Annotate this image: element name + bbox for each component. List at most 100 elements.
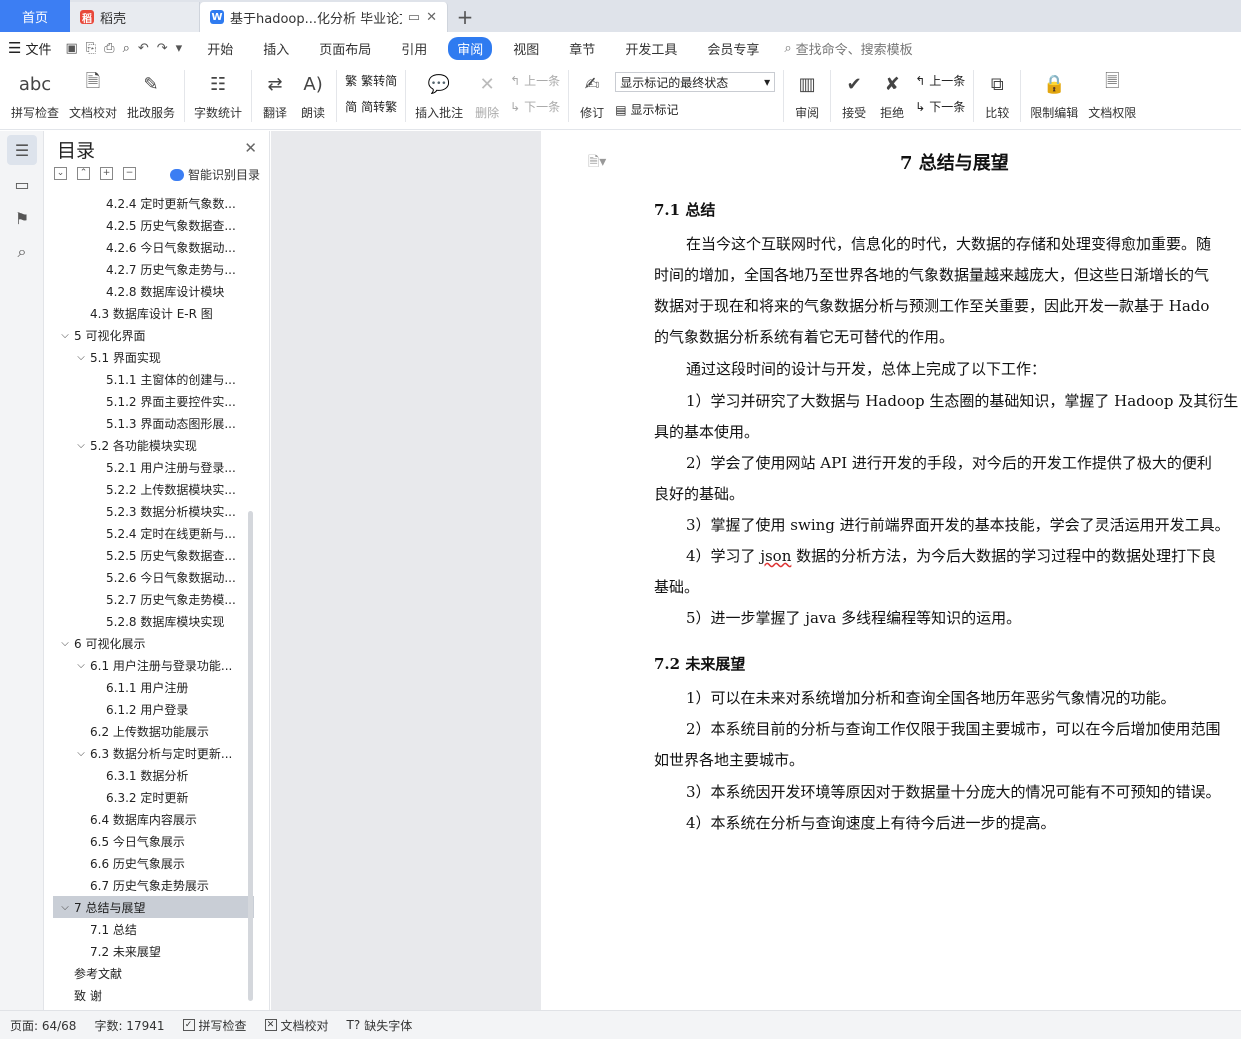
restrict-edit-button[interactable]: 🔒 限制编辑 xyxy=(1025,64,1083,121)
toc-item[interactable]: 4.3 数据库设计 E-R 图 xyxy=(44,302,254,324)
toc-item[interactable]: 7.1 总结 xyxy=(44,918,254,940)
toc-scrollbar[interactable] xyxy=(248,511,253,1001)
new-tab-button[interactable]: + xyxy=(448,2,482,32)
review-pane-button[interactable]: ▥ 审阅 xyxy=(788,64,826,121)
reject-button[interactable]: ✘ 拒绝 xyxy=(873,64,911,121)
toc-item[interactable]: 6.7 历史气象走势展示 xyxy=(44,874,254,896)
prev-comment-button[interactable]: ↰ 上一条 xyxy=(510,72,560,89)
remove-level-icon[interactable]: − xyxy=(123,167,136,180)
toc-icon[interactable]: ☰ xyxy=(7,135,37,165)
expand-all-icon[interactable]: ⌃ xyxy=(77,167,90,180)
toc-item[interactable]: 5.2.7 历史气象走势模... xyxy=(44,588,254,610)
customize-icon[interactable]: ▾ xyxy=(176,41,183,56)
chevron-down-icon[interactable]: ⌵ xyxy=(74,352,88,363)
toc-item[interactable]: 6.1.2 用户登录 xyxy=(44,698,254,720)
next-change-button[interactable]: ↳ 下一条 xyxy=(915,98,965,115)
read-aloud-button[interactable]: A) 朗读 xyxy=(294,64,332,121)
toc-item[interactable]: 5.2.1 用户注册与登录... xyxy=(44,456,254,478)
toc-item[interactable]: 5.2.2 上传数据模块实... xyxy=(44,478,254,500)
section-icon[interactable]: ▭ xyxy=(7,169,37,199)
undo-icon[interactable]: ↶ xyxy=(138,41,149,56)
preview-icon[interactable]: ⌕ xyxy=(123,41,130,56)
next-comment-button[interactable]: ↳ 下一条 xyxy=(510,98,560,115)
toc-item[interactable]: 6.6 历史气象展示 xyxy=(44,852,254,874)
translate-button[interactable]: ⇄ 翻译 xyxy=(256,64,294,121)
close-tab-icon[interactable]: ✕ xyxy=(426,10,437,25)
command-search[interactable]: ⌕ 查找命令、搜索模板 xyxy=(784,39,912,58)
toc-item[interactable]: 5.1.2 界面主要控件实... xyxy=(44,390,254,412)
toc-item[interactable]: ⌵ 7 总结与展望 xyxy=(53,896,254,918)
bookmark-icon[interactable]: ⚑ xyxy=(7,203,37,233)
menu-page-layout[interactable]: 页面布局 xyxy=(310,37,380,60)
chevron-down-icon[interactable]: ⌵ xyxy=(58,638,72,649)
chevron-down-icon[interactable]: ⌵ xyxy=(74,748,88,759)
toc-item[interactable]: 5.2.3 数据分析模块实... xyxy=(44,500,254,522)
insert-comment-button[interactable]: 💬 插入批注 xyxy=(410,64,468,121)
delete-comment-button[interactable]: ✕ 删除 xyxy=(468,64,506,121)
doc-check-button[interactable]: 🗎 文档校对 xyxy=(64,64,122,121)
toc-item[interactable]: 6.5 今日气象展示 xyxy=(44,830,254,852)
show-markup-button[interactable]: ▤ 显示标记 xyxy=(615,101,775,118)
toc-item[interactable]: 4.2.7 历史气象走势与... xyxy=(44,258,254,280)
file-menu[interactable]: ☰ 文件 xyxy=(8,39,51,58)
toc-item[interactable]: 7.2 未来展望 xyxy=(44,940,254,962)
smart-toc-button[interactable]: 智能识别目录 xyxy=(170,166,260,183)
toc-item[interactable]: 致 谢 xyxy=(44,984,254,1006)
chevron-down-icon[interactable]: ⌵ xyxy=(58,330,72,341)
word-count-button[interactable]: ☷ 字数统计 xyxy=(189,64,247,121)
revise-button[interactable]: ✍ 修订 xyxy=(573,64,611,121)
status-spell-check[interactable]: ✓ 拼写检查 xyxy=(182,1017,247,1034)
monitor-icon[interactable]: ▭ xyxy=(408,10,420,25)
toc-item[interactable]: 6.4 数据库内容展示 xyxy=(44,808,254,830)
page-options-icon[interactable]: 🗎▾ xyxy=(588,151,606,175)
menu-section[interactable]: 章节 xyxy=(560,37,604,60)
menu-view[interactable]: 视图 xyxy=(504,37,548,60)
menu-insert[interactable]: 插入 xyxy=(254,37,298,60)
tab-docer[interactable]: 稻 稻壳 xyxy=(70,2,200,32)
toc-item[interactable]: ⌵ 6 可视化展示 xyxy=(44,632,254,654)
tab-home[interactable]: 首页 xyxy=(0,0,70,32)
toc-item[interactable]: 4.2.6 今日气象数据动... xyxy=(44,236,254,258)
toc-item[interactable]: 4.2.8 数据库设计模块 xyxy=(44,280,254,302)
save-icon[interactable]: ▣ xyxy=(65,41,77,56)
toc-item[interactable]: ⌵ 6.1 用户注册与登录功能... xyxy=(44,654,254,676)
status-missing-font[interactable]: T? 缺失字体 xyxy=(347,1017,413,1034)
toc-item[interactable]: 5.1.3 界面动态图形展... xyxy=(44,412,254,434)
accept-button[interactable]: ✔ 接受 xyxy=(835,64,873,121)
close-icon[interactable]: ✕ xyxy=(244,139,257,157)
toc-item[interactable]: 6.2 上传数据功能展示 xyxy=(44,720,254,742)
find-icon[interactable]: ⌕ xyxy=(7,237,37,267)
menu-developer[interactable]: 开发工具 xyxy=(616,37,686,60)
menu-references[interactable]: 引用 xyxy=(392,37,436,60)
status-doc-proof[interactable]: ✕ 文档校对 xyxy=(264,1017,329,1034)
doc-permission-button[interactable]: 🗏 文档权限 xyxy=(1083,64,1141,121)
toc-item[interactable]: 6.1.1 用户注册 xyxy=(44,676,254,698)
menu-member[interactable]: 会员专享 xyxy=(698,37,768,60)
toc-item[interactable]: ⌵ 5.1 界面实现 xyxy=(44,346,254,368)
toc-item[interactable]: 6.3.1 数据分析 xyxy=(44,764,254,786)
toc-item[interactable]: ⌵ 6.3 数据分析与定时更新... xyxy=(44,742,254,764)
chevron-down-icon[interactable]: ⌵ xyxy=(58,902,72,913)
spell-check-button[interactable]: abc 拼写检查 xyxy=(6,64,64,121)
toc-item[interactable]: 6.3.2 定时更新 xyxy=(44,786,254,808)
toc-item[interactable]: 5.2.4 定时在线更新与... xyxy=(44,522,254,544)
toc-item[interactable]: 5.1.1 主窗体的创建与... xyxy=(44,368,254,390)
revise-service-button[interactable]: ✎ 批改服务 xyxy=(122,64,180,121)
print-icon[interactable]: ⎙ xyxy=(104,41,114,56)
page-indicator[interactable]: 页面: 64/68 xyxy=(10,1017,76,1034)
tab-active-document[interactable]: W 基于hadoop...化分析 毕业论文 ▭ ✕ xyxy=(200,2,448,32)
to-simplified-button[interactable]: 简简转繁 xyxy=(345,98,397,115)
redo-icon[interactable]: ↷ xyxy=(157,41,168,56)
toc-item[interactable]: ⌵ 5.2 各功能模块实现 xyxy=(44,434,254,456)
spelling-error-mark[interactable]: json xyxy=(760,547,791,565)
toc-item[interactable]: 4.2.5 历史气象数据查... xyxy=(44,214,254,236)
collapse-all-icon[interactable]: ⌄ xyxy=(54,167,67,180)
toc-item[interactable]: 4.2.4 定时更新气象数... xyxy=(44,192,254,214)
toc-item[interactable]: 5.2.5 历史气象数据查... xyxy=(44,544,254,566)
toc-item[interactable]: ⌵ 5 可视化界面 xyxy=(44,324,254,346)
markup-state-select[interactable]: 显示标记的最终状态 ▾ xyxy=(615,72,776,92)
word-count-indicator[interactable]: 字数: 17941 xyxy=(94,1017,164,1034)
menu-review[interactable]: 审阅 xyxy=(448,36,493,60)
prev-change-button[interactable]: ↰ 上一条 xyxy=(915,72,965,89)
to-traditional-button[interactable]: 繁繁转简 xyxy=(345,72,397,89)
